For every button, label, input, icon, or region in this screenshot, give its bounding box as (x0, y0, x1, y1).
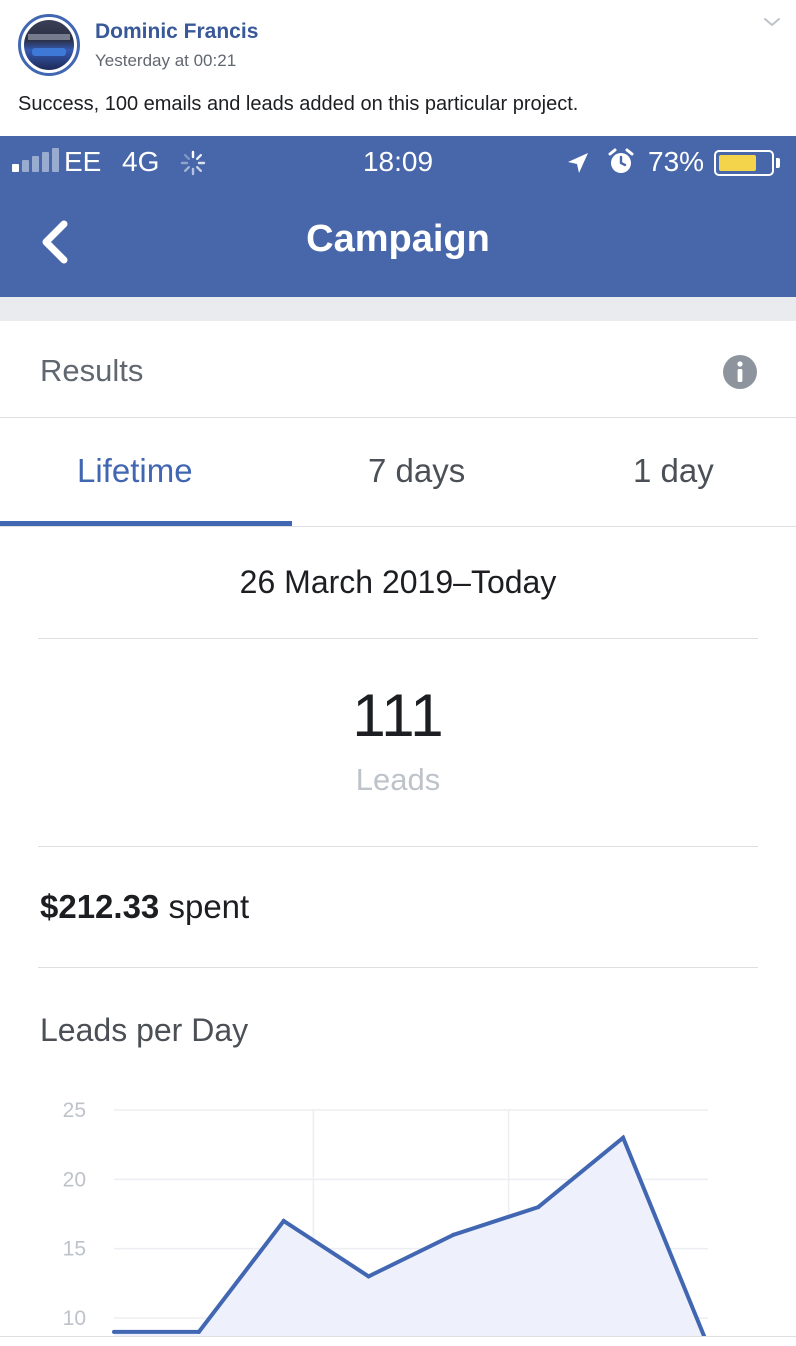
leads-per-day-chart: 25 20 15 10 (63, 1099, 708, 1336)
amount-spent: $212.33 spent (40, 888, 249, 926)
divider (38, 967, 758, 968)
data-point (621, 1135, 626, 1140)
divider (38, 846, 758, 847)
tab-lifetime[interactable]: Lifetime (77, 452, 193, 490)
post-timestamp[interactable]: Yesterday at 00:21 (95, 51, 236, 71)
post-author[interactable]: Dominic Francis (95, 20, 258, 44)
series-area (114, 1137, 705, 1336)
battery-icon (714, 150, 774, 176)
spent-suffix: spent (159, 888, 250, 925)
results-label: Results (40, 353, 144, 388)
data-point (112, 1329, 116, 1334)
data-point (196, 1329, 201, 1334)
avatar[interactable] (18, 14, 80, 76)
location-arrow-icon (568, 153, 588, 173)
page-title: Campaign (306, 218, 490, 260)
y-tick-label: 10 (63, 1307, 86, 1330)
data-point (366, 1274, 371, 1279)
chart-title: Leads per Day (40, 1012, 249, 1048)
y-tick-label: 20 (63, 1168, 86, 1191)
data-point (281, 1218, 286, 1223)
data-point (536, 1205, 541, 1210)
battery-percent: 73% (648, 146, 705, 177)
leads-count: 111 (352, 682, 444, 749)
alarm-icon (608, 148, 634, 173)
spent-amount: $212.33 (40, 888, 160, 925)
data-point (451, 1232, 456, 1237)
section-spacer (0, 297, 796, 321)
battery-tip (776, 158, 780, 168)
status-bar: EE 4G 18:09 73% (0, 136, 796, 190)
results-header: Results (0, 321, 796, 418)
post-text: Success, 100 emails and leads added on t… (18, 93, 579, 115)
post-header: Dominic Francis Yesterday at 00:21 Succe… (0, 0, 796, 136)
active-tab-indicator (0, 521, 292, 526)
info-icon[interactable] (722, 354, 758, 390)
tab-7-days[interactable]: 7 days (368, 452, 465, 490)
leads-label: Leads (355, 762, 441, 797)
battery-level (719, 155, 756, 171)
chevron-down-icon[interactable] (760, 10, 784, 34)
divider (38, 638, 758, 639)
date-range: 26 March 2019–Today (239, 564, 557, 600)
time-range-tabs: Lifetime 7 days 1 day (0, 418, 796, 527)
y-tick-label: 25 (63, 1099, 86, 1122)
nav-bar: Campaign (0, 190, 796, 297)
app-screenshot: EE 4G 18:09 73% Campaign Results Lifetim… (0, 136, 796, 1336)
y-tick-label: 15 (63, 1238, 86, 1261)
app-header: EE 4G 18:09 73% Campaign (0, 136, 796, 297)
avatar-image (24, 20, 74, 70)
divider (0, 1336, 796, 1337)
tab-1-day[interactable]: 1 day (633, 452, 714, 490)
